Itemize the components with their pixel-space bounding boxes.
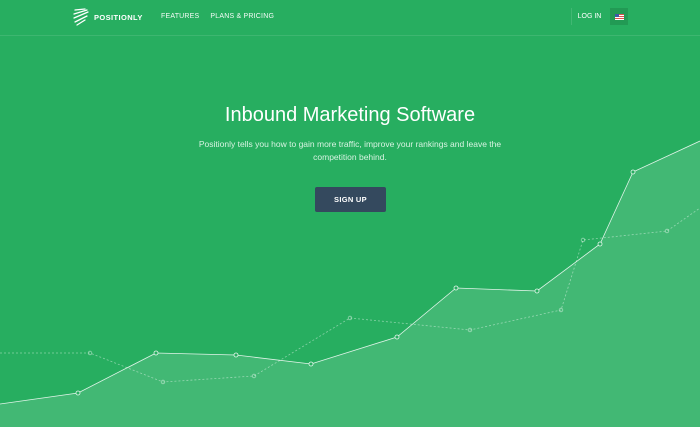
nav-link-features[interactable]: FEATURES — [161, 13, 199, 20]
logo-text: POSITIONLY — [94, 12, 143, 22]
us-flag-icon — [614, 13, 624, 20]
background-ranking-chart — [0, 140, 700, 427]
language-selector[interactable] — [610, 8, 628, 25]
chart-area — [0, 141, 700, 427]
positionly-logo-icon — [73, 8, 89, 26]
top-navigation-bar: POSITIONLY FEATURES PLANS & PRICING LOG … — [0, 0, 700, 36]
hero-subtitle: Positionly tells you how to gain more tr… — [198, 139, 502, 162]
hero-title: Inbound Marketing Software — [224, 104, 476, 126]
nav-link-plans-pricing[interactable]: PLANS & PRICING — [210, 13, 274, 20]
logo-link[interactable]: POSITIONLY — [73, 8, 143, 26]
main-nav: FEATURES PLANS & PRICING — [161, 13, 274, 20]
sign-up-button[interactable]: SIGN UP — [315, 187, 386, 212]
login-link[interactable]: LOG IN — [571, 8, 607, 25]
